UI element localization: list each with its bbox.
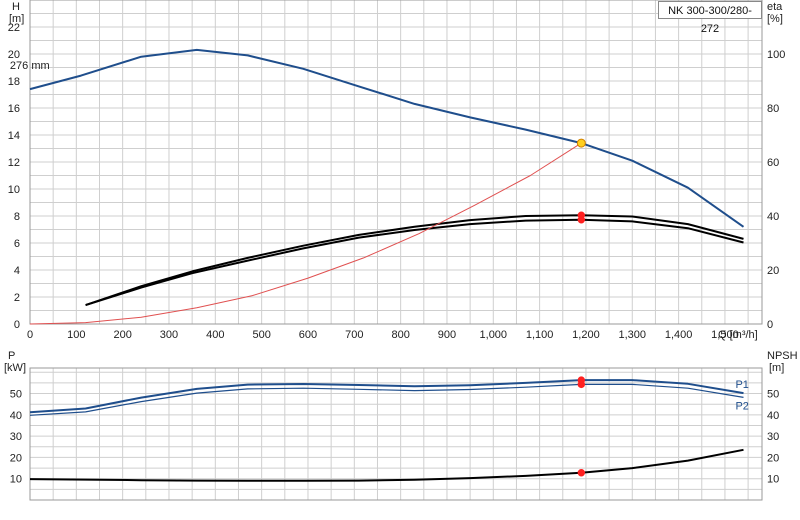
y-right-tick-label: 80 — [767, 103, 779, 115]
npsh-tick-label: 40 — [767, 410, 779, 422]
x-tick-label: 500 — [252, 329, 270, 341]
series-line-npsh — [29, 448, 744, 482]
x-tick-label: 1,000 — [480, 329, 508, 341]
series-line-head — [29, 48, 745, 228]
npsh-tick-label: 30 — [767, 431, 779, 443]
power-tick-label: 10 — [10, 474, 22, 486]
y-left-tick-label: 0 — [14, 319, 20, 331]
series-label-P2: P2 — [735, 400, 748, 412]
power-tick-label: 50 — [10, 389, 22, 401]
series-label-P1: P1 — [735, 379, 748, 391]
npsh-tick-label: 20 — [767, 452, 779, 464]
impeller-diameter-annotation: 276 mm — [10, 60, 50, 72]
x-tick-label: 400 — [206, 329, 224, 341]
x-tick-label: 1,200 — [572, 329, 600, 341]
npsh-axis-unit: [m] — [769, 362, 784, 374]
y-left-axis-unit: [m] — [9, 13, 24, 25]
npsh-axis-title: NPSH — [767, 350, 798, 362]
y-right-axis-unit: [%] — [767, 13, 783, 25]
series-line-eta_1 — [85, 214, 744, 307]
y-left-tick-label: 12 — [8, 157, 20, 169]
y-right-axis-title: eta — [767, 1, 783, 13]
x-tick-label: 300 — [160, 329, 178, 341]
x-tick-label: 600 — [299, 329, 317, 341]
x-tick-label: 1,100 — [526, 329, 554, 341]
y-left-tick-label: 2 — [14, 292, 20, 304]
y-right-tick-label: 40 — [767, 211, 779, 223]
y-right-tick-label: 60 — [767, 157, 779, 169]
power-axis-title: P — [8, 350, 15, 362]
y-left-tick-label: 4 — [14, 265, 20, 277]
power-tick-label: 30 — [10, 431, 22, 443]
x-tick-label: 0 — [27, 329, 33, 341]
pump-model-label: NK 300-300/280-272 — [658, 1, 762, 35]
y-right-tick-label: 100 — [767, 49, 785, 61]
power-axis-unit: [kW] — [4, 362, 26, 374]
x-tick-label: 100 — [67, 329, 85, 341]
y-left-axis-title: H — [12, 1, 20, 13]
y-left-tick-label: 18 — [8, 76, 20, 88]
x-tick-label: 1,400 — [665, 329, 693, 341]
x-tick-label: 200 — [113, 329, 131, 341]
x-tick-label: 700 — [345, 329, 363, 341]
series-line-eta_2 — [85, 218, 744, 307]
npsh-tick-label: 10 — [767, 474, 779, 486]
series-line-P2 — [29, 383, 744, 416]
y-left-tick-label: 16 — [8, 103, 20, 115]
data-series — [29, 48, 745, 482]
duty-point — [577, 380, 586, 389]
pump-curve-chart: 02468101214161820220204060801000 100 200 30… — [4, 0, 798, 501]
x-tick-label: 900 — [438, 329, 456, 341]
y-left-tick-label: 14 — [8, 130, 20, 142]
y-left-tick-label: 8 — [14, 211, 20, 223]
y-right-tick-label: 20 — [767, 265, 779, 277]
y-left-tick-label: 6 — [14, 238, 20, 250]
x-tick-label: 1,300 — [619, 329, 647, 341]
duty-point — [577, 216, 586, 224]
npsh-tick-label: 50 — [767, 389, 779, 401]
y-right-tick-label: 0 — [767, 319, 773, 331]
duty-point — [577, 469, 586, 477]
power-tick-label: 40 — [10, 410, 22, 422]
x-axis-title: Q [m³/h] — [718, 329, 758, 341]
x-tick-label: 800 — [391, 329, 409, 341]
intersection-point — [576, 138, 586, 148]
y-left-tick-label: 10 — [8, 184, 20, 196]
power-tick-label: 20 — [10, 452, 22, 464]
grid-lines — [29, 0, 762, 500]
